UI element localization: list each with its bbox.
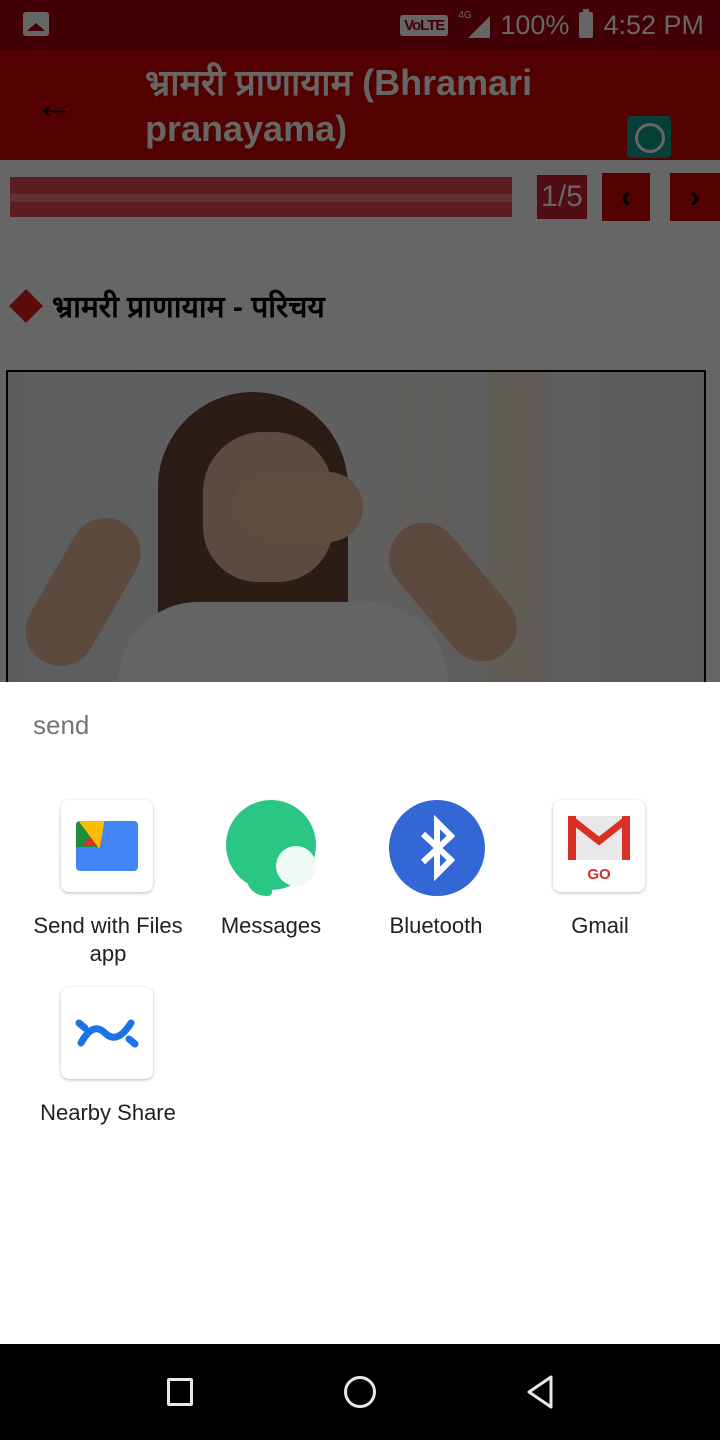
share-target-bluetooth[interactable]: Bluetooth [361,800,511,940]
recents-icon[interactable] [167,1378,193,1406]
modal-scrim[interactable] [0,0,720,682]
home-icon[interactable] [344,1376,376,1408]
messages-icon [224,800,318,896]
share-target-gmail[interactable]: GO Gmail [525,800,675,940]
share-target-messages[interactable]: Messages [196,800,346,940]
bluetooth-icon [389,800,485,896]
gmail-go-icon: GO [553,800,645,892]
nearby-share-icon [61,987,153,1079]
share-target-files-app[interactable]: Send with Files app [33,800,183,968]
share-sheet-title: send [33,710,90,740]
share-target-nearby-share[interactable]: Nearby Share [33,987,183,1127]
system-nav-bar [0,1344,720,1440]
share-target-label: Send with Files app [33,913,183,966]
share-target-label: Messages [220,913,322,938]
share-target-label: Nearby Share [40,1100,176,1125]
files-app-icon [61,800,153,892]
back-icon[interactable] [525,1374,555,1410]
share-target-label: Gmail [571,913,629,938]
share-sheet: send Send with Files app Messages Blueto… [0,682,720,1344]
gmail-go-badge: GO [587,866,611,883]
share-target-label: Bluetooth [389,913,483,938]
